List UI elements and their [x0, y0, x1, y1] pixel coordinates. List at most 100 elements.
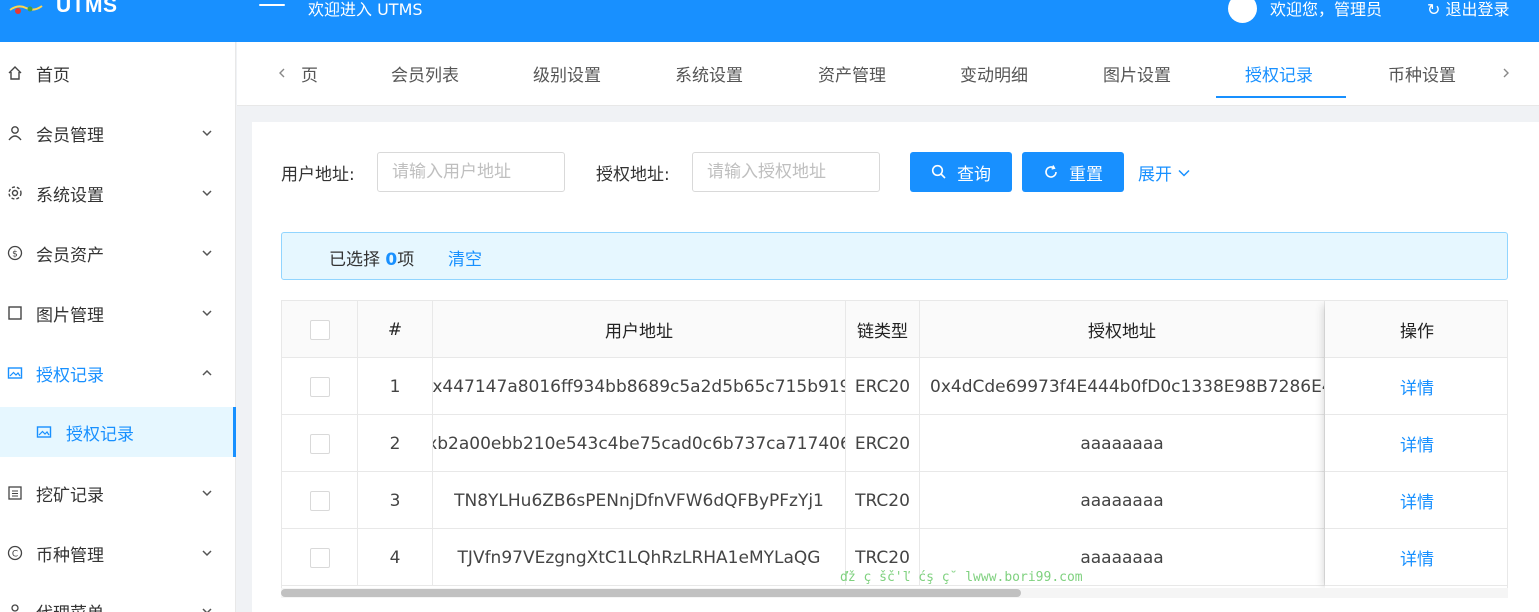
tab-coin-settings[interactable]: 币种设置 — [1388, 61, 1456, 86]
user-address-cell: 0xb2a00ebb210e543c4be75cad0c6b737ca71740… — [433, 415, 846, 472]
tab-system-settings[interactable]: 系统设置 — [675, 61, 743, 86]
row-checkbox[interactable] — [309, 547, 330, 568]
row-checkbox[interactable] — [309, 433, 330, 454]
chain-type-cell: TRC20 — [846, 472, 920, 529]
dollar-icon: $ — [7, 245, 23, 261]
auth-address-input[interactable] — [692, 152, 880, 192]
chevron-down-icon — [202, 130, 212, 137]
row-number: 1 — [358, 358, 433, 415]
selection-summary: 已选择 0项 — [329, 250, 415, 270]
sidebar-item-label: 系统设置 — [36, 185, 104, 206]
row-number: 3 — [358, 472, 433, 529]
sidebar-subitem-auth-records[interactable]: 授权记录 — [0, 407, 236, 457]
user-address-input[interactable] — [377, 152, 565, 192]
row-number: 4 — [358, 529, 433, 586]
logout-button[interactable]: ↻ 退出登录 — [1427, 0, 1510, 20]
sidebar-item-auth-records[interactable]: 授权记录 — [0, 348, 236, 398]
user-address-label: 用户地址: — [281, 165, 355, 185]
chevron-up-icon — [202, 369, 212, 376]
sidebar-item-home[interactable]: 首页 — [0, 48, 236, 98]
selection-count: 0 — [385, 250, 398, 270]
user-address-cell: TJVfn97VEzgngXtC1LQhRzLRHA1eMYLaQG — [433, 529, 846, 586]
auth-address-cell: aaaaaaaa — [920, 472, 1325, 529]
active-tab-indicator — [1216, 96, 1346, 98]
chevron-left-icon[interactable] — [275, 64, 289, 82]
table-row: 3 TN8YLHu6ZB6sPENnjDfnVFW6dQFByPFzYj1 TR… — [282, 472, 1507, 529]
sidebar-item-coins[interactable]: C 币种管理 — [0, 528, 236, 578]
avatar[interactable] — [1228, 0, 1257, 23]
sidebar-item-label: 挖矿记录 — [36, 485, 104, 506]
picture-icon — [7, 365, 23, 381]
tab-level-settings[interactable]: 级别设置 — [533, 61, 601, 86]
sidebar-item-label: 会员管理 — [36, 125, 104, 146]
sidebar-item-images[interactable]: 图片管理 — [0, 288, 236, 338]
chevron-down-icon — [202, 310, 212, 317]
tab-home[interactable]: 页 — [301, 61, 318, 86]
row-number: 2 — [358, 415, 433, 472]
gear-icon — [7, 185, 23, 201]
list-icon — [7, 485, 23, 501]
tab-bar: 页 会员列表 级别设置 系统设置 资产管理 变动明细 图片设置 授权记录 币种设… — [237, 42, 1539, 106]
row-checkbox-cell — [282, 529, 358, 586]
tab-asset-management[interactable]: 资产管理 — [818, 61, 886, 86]
action-cell: 详情 — [1325, 472, 1507, 529]
chevron-down-icon — [202, 608, 212, 612]
sidebar-item-members[interactable]: 会员管理 — [0, 108, 236, 158]
chain-type-cell: ERC20 — [846, 415, 920, 472]
user-address-cell: 0x447147a8016ff934bb8689c5a2d5b65c715b91… — [433, 358, 846, 415]
auth-address-cell: aaaaaaaa — [920, 415, 1325, 472]
menu-toggle-icon[interactable] — [259, 0, 285, 18]
details-link[interactable]: 详情 — [1400, 431, 1434, 456]
sidebar-item-label: 币种管理 — [36, 545, 104, 566]
watermark-text: ďž ç šč'ľ ćş ç˘ lwww.bori99.com — [840, 570, 1083, 585]
sidebar-item-label: 代理菜单 — [36, 599, 104, 612]
app-title: UTMS — [56, 0, 118, 17]
sidebar-item-mining[interactable]: 挖矿记录 — [0, 468, 236, 518]
column-header: 用户地址 — [433, 301, 846, 358]
reset-button[interactable]: 重置 — [1022, 152, 1124, 192]
tab-change-details[interactable]: 变动明细 — [960, 61, 1028, 86]
details-link[interactable]: 详情 — [1400, 488, 1434, 513]
home-icon — [7, 65, 23, 81]
logo-icon — [9, 5, 43, 14]
row-checkbox[interactable] — [309, 490, 330, 511]
user-greeting: 欢迎您，管理员 — [1270, 0, 1383, 19]
column-header: 操作 — [1400, 322, 1434, 342]
clear-selection-link[interactable]: 清空 — [448, 245, 482, 270]
details-link[interactable]: 详情 — [1400, 545, 1434, 570]
sidebar-item-agent[interactable]: 代理菜单 — [0, 586, 236, 612]
details-link[interactable]: 详情 — [1400, 374, 1434, 399]
chevron-down-icon — [1178, 169, 1190, 177]
select-all-checkbox[interactable] — [309, 319, 330, 340]
sidebar: 首页 会员管理 系统设置 $ 会员资产 图片管理 授权记录 授权记录 挖矿记录 … — [0, 42, 236, 612]
table-header: # 用户地址 链类型 授权地址 操作 — [282, 301, 1507, 358]
expand-label: 展开 — [1138, 165, 1172, 185]
column-header: 授权地址 — [920, 301, 1325, 358]
tab-auth-records[interactable]: 授权记录 — [1245, 61, 1313, 86]
tab-image-settings[interactable]: 图片设置 — [1103, 61, 1171, 86]
action-cell: 详情 — [1325, 358, 1507, 415]
copyright-icon: C — [7, 545, 23, 561]
expand-toggle[interactable]: 展开 — [1138, 160, 1192, 185]
agent-icon — [7, 603, 23, 612]
logout-label: 退出登录 — [1445, 0, 1510, 19]
sidebar-item-label: 会员资产 — [36, 245, 104, 266]
sidebar-item-system[interactable]: 系统设置 — [0, 168, 236, 218]
welcome-text: 欢迎进入 UTMS — [308, 0, 423, 19]
chevron-down-icon — [202, 190, 212, 197]
chevron-right-icon[interactable] — [1499, 64, 1513, 82]
chevron-down-icon — [202, 550, 212, 557]
auth-address-label: 授权地址: — [596, 165, 670, 185]
square-icon — [7, 305, 23, 321]
sidebar-item-assets[interactable]: $ 会员资产 — [0, 228, 236, 278]
column-header: 链类型 — [846, 301, 920, 358]
sidebar-item-label: 图片管理 — [36, 305, 104, 326]
table-row: 1 0x447147a8016ff934bb8689c5a2d5b65c715b… — [282, 358, 1507, 415]
horizontal-scrollbar[interactable] — [281, 588, 1508, 598]
tab-member-list[interactable]: 会员列表 — [391, 61, 459, 86]
row-checkbox[interactable] — [309, 376, 330, 397]
records-table: # 用户地址 链类型 授权地址 操作 1 0x447147a8016ff934b… — [281, 300, 1508, 590]
scrollbar-thumb[interactable] — [281, 589, 1021, 597]
sidebar-item-label: 首页 — [36, 65, 70, 86]
search-button[interactable]: 查询 — [910, 152, 1012, 192]
